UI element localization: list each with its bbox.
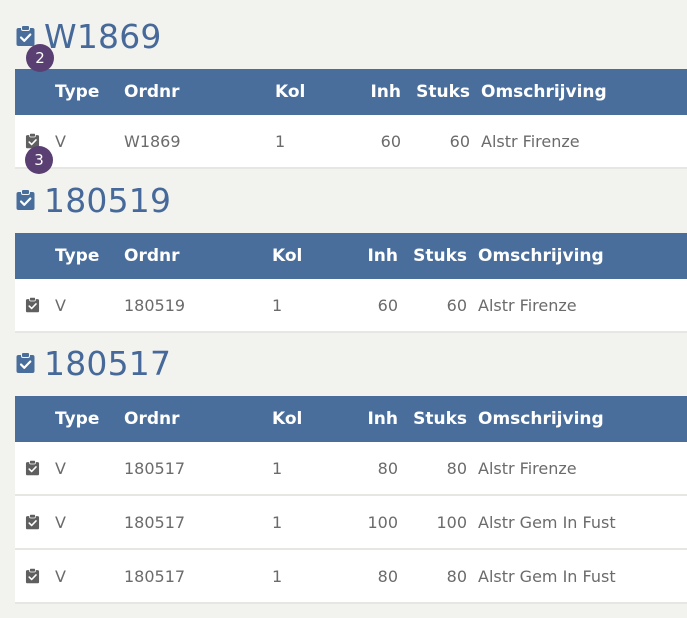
cell-kol: 1 <box>272 295 283 315</box>
column-header-ordnr[interactable]: Ordnr <box>124 233 180 279</box>
cell-inh: 60 <box>377 295 398 315</box>
clipboard-check-icon <box>25 297 40 313</box>
column-header-type[interactable]: Type <box>55 233 99 279</box>
clipboard-check-icon <box>25 514 40 530</box>
cell-kol: 1 <box>272 566 283 586</box>
cell-inh: 80 <box>377 458 398 478</box>
cell-ordnr: 180517 <box>124 566 186 586</box>
table-row[interactable]: V W1869 1 60 60 Alstr Firenze <box>15 115 687 169</box>
cell-stuks: 60 <box>449 131 470 151</box>
column-header-stuks[interactable]: Stuks <box>410 396 467 442</box>
clipboard-check-icon <box>25 568 40 584</box>
column-header-omschrijving[interactable]: Omschrijving <box>478 233 604 279</box>
cell-ordnr: 180517 <box>124 512 186 532</box>
column-header-ordnr[interactable]: Ordnr <box>124 69 180 115</box>
annotation-badge-3: 3 <box>25 146 53 174</box>
column-header-inh[interactable]: Inh <box>342 396 398 442</box>
cell-kol: 1 <box>272 512 283 532</box>
clipboard-check-icon <box>16 352 35 373</box>
cell-ordnr: 180519 <box>124 295 186 315</box>
table-header: Type Ordnr Kol Inh Stuks Omschrijving <box>15 69 687 115</box>
column-header-inh[interactable]: Inh <box>342 233 398 279</box>
order-heading: 180517 <box>15 343 171 383</box>
column-header-kol[interactable]: Kol <box>272 233 302 279</box>
cell-omschrijving: Alstr Firenze <box>478 295 577 315</box>
column-header-stuks[interactable]: Stuks <box>410 233 467 279</box>
order-title: 180519 <box>44 180 172 220</box>
order-title: 180517 <box>44 343 172 383</box>
cell-inh: 60 <box>380 131 401 151</box>
order-table: Type Ordnr Kol Inh Stuks Omschrijving V … <box>15 396 687 604</box>
cell-kol: 1 <box>275 131 286 151</box>
cell-type: V <box>55 512 66 532</box>
row-status-cell <box>25 550 40 602</box>
column-header-kol[interactable]: Kol <box>275 69 305 115</box>
cell-stuks: 100 <box>436 512 467 532</box>
cell-type: V <box>55 458 66 478</box>
order-heading: 180519 <box>15 180 171 220</box>
table-row[interactable]: V 180517 1 100 100 Alstr Gem In Fust <box>15 496 687 550</box>
cell-omschrijving: Alstr Gem In Fust <box>478 512 616 532</box>
column-header-kol[interactable]: Kol <box>272 396 302 442</box>
row-status-cell <box>25 496 40 548</box>
order-table: Type Ordnr Kol Inh Stuks Omschrijving V … <box>15 69 687 169</box>
cell-omschrijving: Alstr Firenze <box>478 458 577 478</box>
cell-ordnr: 180517 <box>124 458 186 478</box>
column-header-stuks[interactable]: Stuks <box>413 69 470 115</box>
table-row[interactable]: V 180517 1 80 80 Alstr Gem In Fust <box>15 550 687 604</box>
column-header-omschrijving[interactable]: Omschrijving <box>481 69 607 115</box>
cell-stuks: 80 <box>446 566 467 586</box>
clipboard-check-icon <box>16 25 35 46</box>
clipboard-check-icon <box>25 460 40 476</box>
cell-ordnr: W1869 <box>124 131 181 151</box>
column-header-inh[interactable]: Inh <box>345 69 401 115</box>
cell-inh: 80 <box>377 566 398 586</box>
annotation-badge-2: 2 <box>26 44 54 72</box>
column-header-omschrijving[interactable]: Omschrijving <box>478 396 604 442</box>
cell-type: V <box>55 295 66 315</box>
cell-inh: 100 <box>367 512 398 532</box>
cell-omschrijving: Alstr Gem In Fust <box>478 566 616 586</box>
cell-stuks: 60 <box>446 295 467 315</box>
table-row[interactable]: V 180519 1 60 60 Alstr Firenze <box>15 279 687 333</box>
cell-stuks: 80 <box>446 458 467 478</box>
row-status-cell <box>25 442 40 494</box>
column-header-type[interactable]: Type <box>55 396 99 442</box>
clipboard-check-icon <box>16 189 35 210</box>
table-header: Type Ordnr Kol Inh Stuks Omschrijving <box>15 233 687 279</box>
cell-type: V <box>55 131 66 151</box>
table-header: Type Ordnr Kol Inh Stuks Omschrijving <box>15 396 687 442</box>
table-row[interactable]: V 180517 1 80 80 Alstr Firenze <box>15 442 687 496</box>
cell-omschrijving: Alstr Firenze <box>481 131 580 151</box>
order-table: Type Ordnr Kol Inh Stuks Omschrijving V … <box>15 233 687 333</box>
row-status-cell <box>25 279 40 331</box>
column-header-type[interactable]: Type <box>55 69 99 115</box>
cell-type: V <box>55 566 66 586</box>
cell-kol: 1 <box>272 458 283 478</box>
column-header-ordnr[interactable]: Ordnr <box>124 396 180 442</box>
order-title: W1869 <box>44 16 162 56</box>
